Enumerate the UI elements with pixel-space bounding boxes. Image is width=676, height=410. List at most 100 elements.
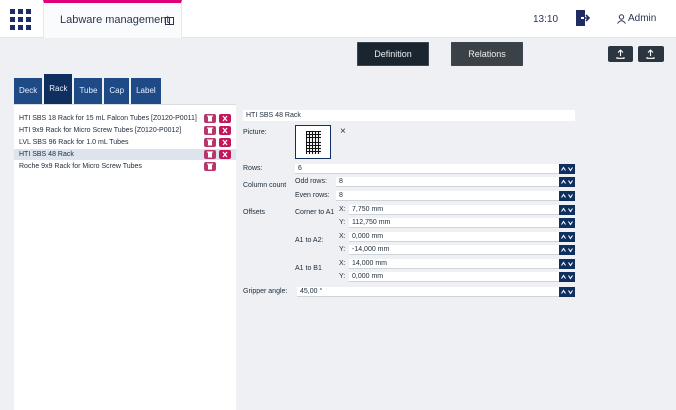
- delete-button[interactable]: [204, 114, 216, 123]
- rack-picture[interactable]: [295, 125, 331, 159]
- book-icon[interactable]: [165, 17, 174, 25]
- rack-well: [316, 151, 318, 154]
- a1a2-x-stepper[interactable]: [559, 232, 575, 242]
- clear-picture-icon[interactable]: ×: [340, 126, 346, 137]
- remove-button[interactable]: [219, 138, 231, 147]
- rack-well: [310, 137, 312, 140]
- list-item[interactable]: HTI SBS 48 Rack: [14, 149, 236, 160]
- stepper-arrows-icon: [561, 274, 573, 280]
- corner-to-a1-label: Corner to A1: [295, 209, 335, 216]
- category-tabs: Deck Rack Tube Cap Label: [14, 74, 161, 104]
- gripper-angle-stepper[interactable]: [559, 287, 575, 297]
- user-menu[interactable]: Admin: [617, 13, 656, 24]
- app-title: Labware management: [60, 14, 170, 26]
- list-item[interactable]: HTI 9x9 Rack for Micro Screw Tubes [Z012…: [14, 125, 236, 136]
- rack-well: [319, 148, 321, 151]
- a1a2-y-field[interactable]: -14,000 mm: [349, 245, 559, 255]
- remove-button[interactable]: [219, 150, 231, 159]
- list-item[interactable]: Roche 9x9 Rack for Micro Screw Tubes: [14, 161, 236, 172]
- tab-tube[interactable]: Tube: [74, 78, 103, 104]
- rows-field[interactable]: 6: [295, 164, 559, 174]
- rack-well: [316, 132, 318, 134]
- definition-button[interactable]: Definition: [357, 42, 429, 66]
- stepper-arrows-icon: [561, 234, 573, 240]
- a1b1-x-stepper[interactable]: [559, 259, 575, 269]
- delete-button[interactable]: [204, 150, 216, 159]
- even-rows-field[interactable]: 8: [336, 191, 559, 201]
- rack-well: [307, 134, 309, 137]
- export-button[interactable]: [638, 46, 664, 62]
- a1b1-y-field[interactable]: 0,000 mm: [349, 272, 559, 282]
- list-item[interactable]: LVL SBS 96 Rack for 1.0 mL Tubes: [14, 137, 236, 148]
- close-icon: [222, 151, 228, 158]
- a1-to-a2-label: A1 to A2:: [295, 237, 324, 244]
- rack-thumbnail: [306, 131, 321, 154]
- rack-well: [313, 132, 315, 134]
- tab-cap[interactable]: Cap: [104, 78, 130, 104]
- odd-rows-stepper[interactable]: [559, 177, 575, 187]
- trash-icon: [207, 139, 213, 146]
- rack-well: [319, 143, 321, 146]
- delete-button[interactable]: [204, 138, 216, 147]
- delete-button[interactable]: [204, 162, 216, 171]
- user-icon: [617, 13, 626, 24]
- trash-icon: [207, 151, 213, 158]
- a1b1-x-field[interactable]: 14,000 mm: [349, 259, 559, 269]
- trash-icon: [207, 115, 213, 122]
- rack-well: [310, 143, 312, 146]
- corner-x-field[interactable]: 7,750 mm: [349, 205, 559, 215]
- remove-button[interactable]: [219, 126, 231, 135]
- rack-name-input[interactable]: HTI SBS 48 Rack: [243, 110, 575, 121]
- rack-well: [310, 134, 312, 137]
- list-item-label: LVL SBS 96 Rack for 1.0 mL Tubes: [19, 139, 129, 146]
- a1-to-b1-label: A1 to B1: [295, 265, 322, 272]
- corner-y-label: Y:: [339, 219, 346, 226]
- app-tab[interactable]: Labware management: [43, 0, 182, 38]
- even-rows-stepper[interactable]: [559, 191, 575, 201]
- a1b1-x-label: X:: [339, 260, 346, 267]
- rack-well: [316, 137, 318, 140]
- rows-label: Rows:: [243, 165, 263, 172]
- stepper-arrows-icon: [561, 193, 573, 199]
- tab-rack[interactable]: Rack: [44, 74, 73, 104]
- a1b1-y-label: Y:: [339, 273, 346, 280]
- app-menu-icon[interactable]: [10, 9, 32, 31]
- odd-rows-label: Odd rows:: [295, 178, 327, 185]
- list-item-label: HTI 9x9 Rack for Micro Screw Tubes [Z012…: [19, 127, 182, 134]
- rack-well: [307, 137, 309, 140]
- rack-well: [313, 143, 315, 146]
- relations-button[interactable]: Relations: [451, 42, 523, 66]
- rack-well: [319, 134, 321, 137]
- rows-stepper[interactable]: [559, 164, 575, 174]
- a1a2-y-stepper[interactable]: [559, 245, 575, 255]
- gripper-angle-field[interactable]: 45,00 °: [297, 287, 559, 297]
- list-item[interactable]: HTI SBS 18 Rack for 15 mL Falcon Tubes […: [14, 113, 236, 124]
- rack-well: [307, 146, 309, 148]
- rack-well: [313, 137, 315, 140]
- a1a2-x-field[interactable]: 0,000 mm: [349, 232, 559, 242]
- rack-well: [307, 143, 309, 146]
- user-name: Admin: [628, 13, 657, 24]
- rack-well: [313, 134, 315, 137]
- corner-y-field[interactable]: 112,750 mm: [349, 218, 559, 228]
- stepper-arrows-icon: [561, 207, 573, 213]
- corner-y-stepper[interactable]: [559, 218, 575, 228]
- odd-rows-field[interactable]: 8: [336, 177, 559, 187]
- a1b1-y-stepper[interactable]: [559, 272, 575, 282]
- logout-icon[interactable]: [576, 10, 591, 26]
- stepper-arrows-icon: [561, 289, 573, 295]
- remove-button[interactable]: [219, 114, 231, 123]
- tab-deck[interactable]: Deck: [14, 78, 43, 104]
- rack-well: [319, 151, 321, 154]
- stepper-arrows-icon: [561, 247, 573, 253]
- gripper-angle-label: Gripper angle:: [243, 288, 288, 295]
- stepper-arrows-icon: [561, 261, 573, 267]
- column-count-label: Column count: [243, 182, 287, 189]
- import-button[interactable]: [608, 46, 633, 62]
- delete-button[interactable]: [204, 126, 216, 135]
- corner-x-stepper[interactable]: [559, 205, 575, 215]
- tab-label[interactable]: Label: [131, 78, 161, 104]
- trash-icon: [207, 163, 213, 170]
- rack-well: [313, 146, 315, 148]
- even-rows-label: Even rows:: [295, 192, 330, 199]
